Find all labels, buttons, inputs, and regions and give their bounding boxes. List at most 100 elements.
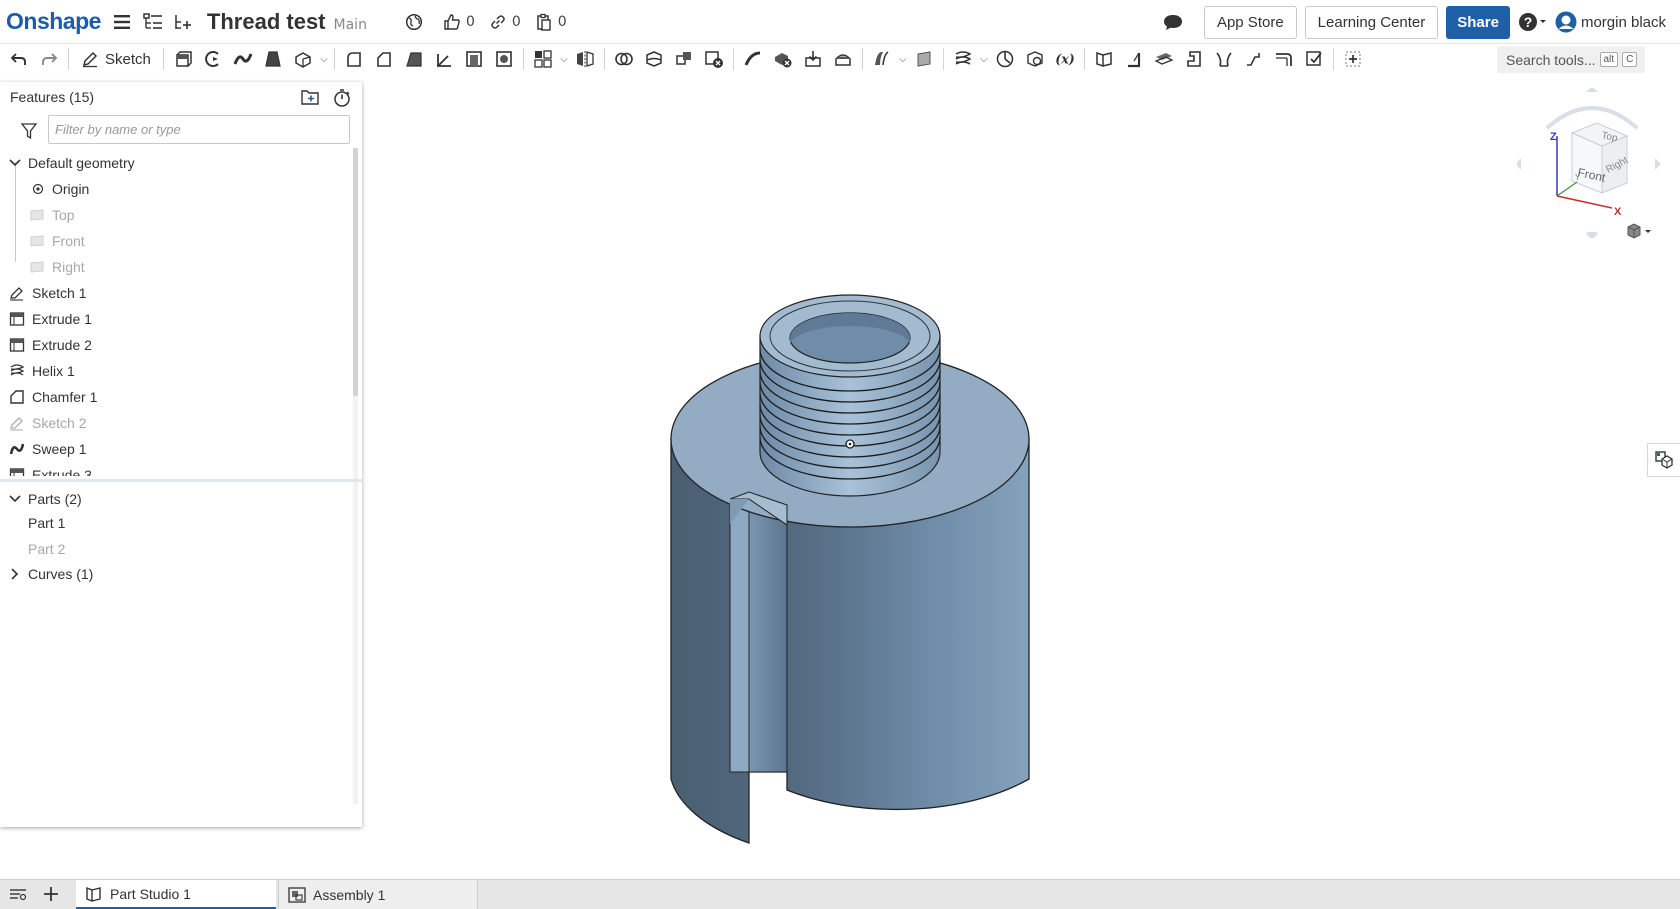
geometry-item-front[interactable]: Front: [30, 228, 85, 254]
chevron-down-icon[interactable]: ⌵: [318, 54, 330, 65]
sweep-tool-icon[interactable]: [228, 45, 258, 73]
finish-sheet-metal-tool-icon[interactable]: [1299, 45, 1329, 73]
chevron-down-icon[interactable]: [8, 156, 22, 170]
feature-filter-input[interactable]: Filter by name or type: [48, 115, 350, 144]
toolbar-separator: [1083, 48, 1085, 70]
shell-tool-icon[interactable]: [459, 45, 489, 73]
pattern-tool-icon[interactable]: [528, 45, 558, 73]
tab-tool-icon[interactable]: [1179, 45, 1209, 73]
extrude-tool-icon[interactable]: [168, 45, 198, 73]
redo-icon[interactable]: [34, 45, 64, 73]
view-options-cube-icon[interactable]: [1624, 222, 1654, 242]
mirror-tool-icon[interactable]: [570, 45, 600, 73]
offset-surface-tool-icon[interactable]: [867, 45, 897, 73]
feature-item-extrude-2[interactable]: Extrude 2: [8, 332, 92, 358]
transform-tool-icon[interactable]: [669, 45, 699, 73]
branch-name[interactable]: Main: [334, 17, 367, 33]
add-tab-icon[interactable]: [42, 885, 60, 903]
move-face-tool-icon[interactable]: [798, 45, 828, 73]
geometry-item-right[interactable]: Right: [30, 254, 85, 280]
document-title[interactable]: Thread test: [207, 9, 326, 35]
undo-icon[interactable]: [4, 45, 34, 73]
variable-tool-icon[interactable]: (x): [1050, 45, 1080, 73]
revolve-tool-icon[interactable]: [198, 45, 228, 73]
replace-face-tool-icon[interactable]: [828, 45, 858, 73]
part-label: Part 1: [28, 515, 66, 531]
helix-tool-icon[interactable]: [948, 45, 978, 73]
geometry-item-top[interactable]: Top: [30, 202, 75, 228]
3d-model-render[interactable]: [362, 74, 1680, 879]
loft-tool-icon[interactable]: [258, 45, 288, 73]
chevron-down-icon[interactable]: [8, 492, 22, 506]
feature-item-sweep-1[interactable]: Sweep 1: [8, 436, 86, 462]
hole-tool-icon[interactable]: [489, 45, 519, 73]
chevron-down-icon[interactable]: ⌵: [978, 54, 990, 65]
public-globe-icon[interactable]: [405, 13, 423, 31]
split-tool-icon[interactable]: [639, 45, 669, 73]
bend-relief-tool-icon[interactable]: [1209, 45, 1239, 73]
view-cube[interactable]: Top Front Right Z X Y: [1517, 88, 1667, 238]
search-tools-input[interactable]: Search tools... alt C: [1497, 46, 1645, 73]
hem-tool-icon[interactable]: [1149, 45, 1179, 73]
copies-counter[interactable]: 0: [535, 13, 567, 31]
feature-item-sketch-1[interactable]: Sketch 1: [8, 280, 86, 306]
feature-item-extrude-3[interactable]: Extrude 3: [8, 462, 92, 476]
share-button[interactable]: Share: [1446, 5, 1510, 39]
shortcut-key-alt: alt: [1599, 52, 1619, 67]
bend-tool-icon[interactable]: [1269, 45, 1299, 73]
default-geometry-folder[interactable]: Default geometry: [8, 150, 135, 176]
draft-tool-icon[interactable]: [399, 45, 429, 73]
rib-tool-icon[interactable]: [429, 45, 459, 73]
flange-tool-icon[interactable]: [1119, 45, 1149, 73]
curves-folder[interactable]: Curves (1): [8, 561, 93, 587]
feature-item-chamfer-1[interactable]: Chamfer 1: [8, 384, 97, 410]
configuration-panel-tab[interactable]: [1647, 443, 1680, 477]
delete-part-tool-icon[interactable]: [699, 45, 729, 73]
comments-icon[interactable]: [1162, 13, 1184, 31]
fillet-tool-icon[interactable]: [339, 45, 369, 73]
thicken-tool-icon[interactable]: [288, 45, 318, 73]
tab-part-studio-1[interactable]: Part Studio 1: [76, 880, 276, 909]
chevron-down-icon[interactable]: ⌵: [558, 54, 570, 65]
sheet-metal-tool-icon[interactable]: [1089, 45, 1119, 73]
feature-item-helix-1[interactable]: Helix 1: [8, 358, 75, 384]
plane-tool-icon[interactable]: [909, 45, 939, 73]
delete-face-tool-icon[interactable]: [768, 45, 798, 73]
configurations-icon[interactable]: [173, 13, 193, 31]
help-icon[interactable]: ?: [1518, 12, 1548, 32]
graphics-viewport[interactable]: Top Front Right Z X Y: [362, 74, 1680, 879]
toolbar-separator: [68, 48, 69, 70]
app-store-button[interactable]: App Store: [1203, 5, 1297, 39]
boolean-tool-icon[interactable]: [609, 45, 639, 73]
hamburger-menu-icon[interactable]: [113, 14, 131, 30]
tab-assembly-1[interactable]: Assembly 1: [278, 880, 478, 909]
geometry-item-origin[interactable]: Origin: [32, 176, 89, 202]
feature-list-scrollbar[interactable]: [353, 148, 358, 396]
sketch-button[interactable]: Sketch: [73, 45, 159, 73]
learning-center-button[interactable]: Learning Center: [1304, 5, 1439, 39]
measure-tool-icon[interactable]: [1020, 45, 1050, 73]
parts-folder[interactable]: Parts (2): [8, 486, 82, 512]
part-item-part-2[interactable]: Part 2: [28, 536, 65, 562]
chevron-down-icon[interactable]: ⌵: [897, 54, 909, 65]
add-custom-feature-icon[interactable]: [1338, 45, 1368, 73]
chevron-right-icon[interactable]: [8, 567, 22, 581]
links-counter[interactable]: 0: [489, 13, 521, 31]
add-folder-icon[interactable]: [300, 88, 320, 106]
likes-counter[interactable]: 0: [443, 13, 475, 31]
sketch-icon: [8, 414, 26, 432]
part-item-part-1[interactable]: Part 1: [28, 510, 65, 536]
feature-item-sketch-2[interactable]: Sketch 2: [8, 410, 86, 436]
filter-icon[interactable]: [20, 122, 38, 140]
onshape-logo[interactable]: Onshape: [6, 8, 101, 35]
mate-connector-tool-icon[interactable]: [990, 45, 1020, 73]
rollback-timer-icon[interactable]: [332, 88, 352, 108]
feature-list-icon[interactable]: [143, 12, 163, 31]
modify-fillet-tool-icon[interactable]: [738, 45, 768, 73]
user-menu[interactable]: morgin black: [1554, 10, 1666, 34]
chamfer-tool-icon[interactable]: [369, 45, 399, 73]
corner-tool-icon[interactable]: [1239, 45, 1269, 73]
feature-item-extrude-1[interactable]: Extrude 1: [8, 306, 92, 332]
panel-divider[interactable]: [0, 479, 362, 482]
tab-manager-icon[interactable]: [8, 885, 28, 903]
